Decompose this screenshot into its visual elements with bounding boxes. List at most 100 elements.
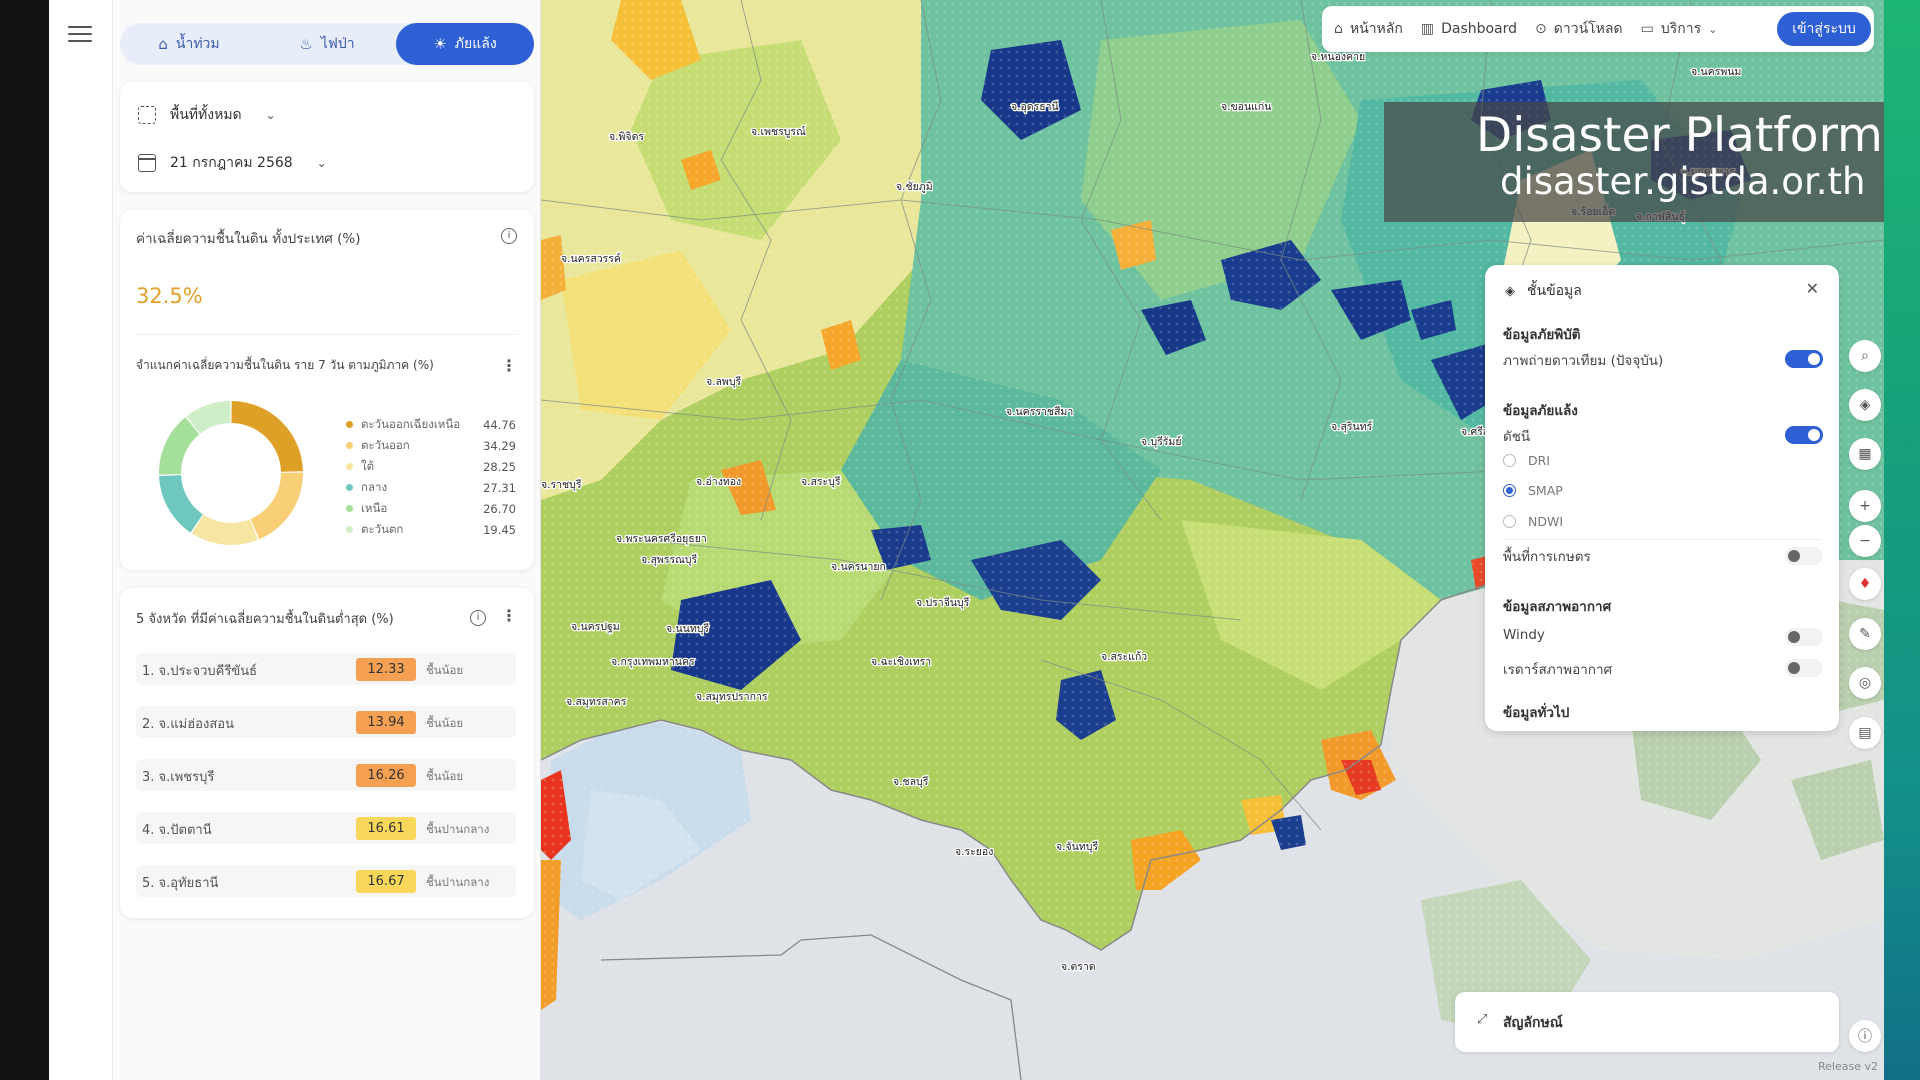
donut-slice[interactable] — [159, 417, 200, 475]
compass-icon[interactable]: ♦ — [1849, 568, 1881, 600]
watermark-title: Disaster Platform — [1476, 108, 1883, 163]
area-select[interactable]: พื้นที่ทั้งหมด ⌄ — [138, 104, 276, 126]
legend-entry: กลาง 27.31 — [346, 477, 516, 498]
avg-moisture-title: ค่าเฉลี่ยความชื้นในดิน ทั้งประเทศ (%) — [136, 231, 361, 247]
province-label: จ.นครราชสีมา — [1006, 405, 1073, 418]
layers-icon: ◈ — [1505, 283, 1515, 299]
moisture-badge: 16.26 — [356, 764, 416, 787]
table-row[interactable]: 4. จ.ปัตตานี 16.61 ชื้นปานกลาง — [136, 812, 516, 844]
donut-slice[interactable] — [159, 475, 203, 533]
more-options-icon[interactable]: ⋮ — [501, 608, 517, 624]
nav-home[interactable]: ⌂ หน้าหลัก — [1334, 18, 1403, 40]
legend-value: 28.25 — [483, 459, 516, 474]
satellite-layer-toggle[interactable] — [1785, 350, 1823, 368]
table-row[interactable]: 2. จ.แม่ฮ่องสอน 13.94 ชื้นน้อย — [136, 706, 516, 738]
province-label: จ.ชัยภูมิ — [896, 181, 933, 193]
donut-slice[interactable] — [250, 472, 303, 540]
table-row[interactable]: 1. จ.ประจวบคีรีขันธ์ 12.33 ชื้นน้อย — [136, 653, 516, 685]
tab-wildfire[interactable]: ♨ ไฟป่า — [258, 23, 396, 65]
general-section-title: ข้อมูลทั่วไป — [1503, 705, 1570, 721]
region-donut-chart — [159, 401, 303, 545]
login-button[interactable]: เข้าสู่ระบบ — [1777, 12, 1871, 46]
donut-legend: ตะวันออกเฉียงเหนือ 44.76 ตะวันออก 34.29 ใต้ 2… — [346, 414, 516, 540]
tab-drought[interactable]: ☀ ภัยแล้ง — [396, 23, 534, 65]
province-name: 4. จ.ปัตตานี — [142, 823, 212, 838]
area-scan-icon — [138, 106, 156, 124]
nav-dashboard-label: Dashboard — [1441, 21, 1518, 37]
menu-icon[interactable] — [68, 26, 92, 44]
more-options-icon[interactable]: ⋮ — [501, 358, 517, 374]
tab-flood[interactable]: ⌂ น้ำท่วม — [120, 23, 258, 65]
moisture-badge: 16.67 — [356, 870, 416, 893]
zoom-out-icon[interactable]: − — [1849, 525, 1881, 557]
dashboard-icon: ▥ — [1420, 21, 1435, 37]
info-icon[interactable]: i — [470, 610, 486, 626]
table-row[interactable]: 3. จ.เพชรบุรี 16.26 ชื้นน้อย — [136, 759, 516, 791]
donut-slice[interactable] — [191, 514, 258, 545]
radar-layer-label: เรดาร์สภาพอากาศ — [1503, 662, 1613, 678]
province-label: จ.พิจิตร — [609, 131, 644, 143]
province-name: 5. จ.อุทัยธานี — [142, 876, 219, 891]
print-icon[interactable]: ▤ — [1849, 717, 1881, 749]
layers-panel: ◈ ชั้นข้อมูล ✕ ข้อมูลภัยพิบัติ ภาพถ่ายดา… — [1485, 265, 1839, 731]
zoom-in-icon[interactable]: + — [1849, 490, 1881, 522]
measure-icon[interactable]: ✎ — [1849, 618, 1881, 650]
map-legend-bar[interactable]: ⤢ สัญลักษณ์ — [1455, 992, 1839, 1052]
info-icon[interactable]: i — [501, 228, 517, 244]
services-icon: ▭ — [1640, 21, 1654, 37]
date-select[interactable]: 21 กรกฎาคม 2568 ⌄ — [138, 152, 327, 174]
province-label: จ.ขอนแก่น — [1221, 101, 1271, 113]
layers-stack-icon[interactable]: ◈ — [1849, 389, 1881, 421]
moisture-badge: 12.33 — [356, 658, 416, 681]
legend-value: 19.45 — [483, 522, 516, 537]
donut-slice[interactable] — [231, 401, 303, 472]
divider — [1503, 539, 1821, 540]
legend-label: เหนือ — [361, 500, 388, 515]
legend-value: 27.31 — [483, 480, 516, 495]
moisture-level: ชื้นน้อย — [426, 663, 464, 677]
radar-layer-toggle[interactable] — [1785, 659, 1823, 677]
flood-icon: ⌂ — [158, 35, 168, 53]
search-icon[interactable]: ⌕ — [1849, 340, 1881, 372]
nav-download[interactable]: ⊙ ดาวน์โหลด — [1535, 18, 1623, 40]
expand-icon: ⤢ — [1477, 1012, 1488, 1027]
radio-ndwi[interactable]: NDWI — [1503, 514, 1563, 529]
release-version: Release v2 — [1818, 1060, 1878, 1073]
province-label: จ.นครปฐม — [571, 621, 620, 633]
calendar-icon — [138, 154, 156, 172]
radio-smap[interactable]: SMAP — [1503, 483, 1563, 498]
nav-home-label: หน้าหลัก — [1349, 21, 1403, 37]
index-layer-toggle[interactable] — [1785, 426, 1823, 444]
layers-title: ชั้นข้อมูล — [1527, 283, 1582, 299]
lowest-provinces-card: 5 จังหวัด ที่มีค่าเฉลี่ยความชื้นในดินต่ำ… — [120, 588, 534, 918]
windy-layer-toggle[interactable] — [1785, 628, 1823, 646]
nav-dashboard[interactable]: ▥ Dashboard — [1421, 21, 1517, 37]
province-name: 3. จ.เพชรบุรี — [142, 770, 215, 785]
province-name: 2. จ.แม่ฮ่องสอน — [142, 717, 234, 732]
nav-services-label: บริการ — [1660, 21, 1702, 37]
radio-dri[interactable]: DRI — [1503, 453, 1550, 468]
chevron-down-icon: ⌄ — [316, 156, 327, 170]
province-label: จ.ปราจีนบุรี — [916, 596, 970, 609]
radio-button — [1503, 515, 1516, 528]
watermark-url: disaster.gistda.or.th — [1500, 160, 1866, 203]
distribution-title: จำแนกค่าเฉลี่ยความชื้นในดิน ราย 7 วัน ตา… — [136, 358, 434, 372]
layers-header: ◈ ชั้นข้อมูล — [1505, 280, 1582, 302]
area-select-label: พื้นที่ทั้งหมด — [170, 107, 242, 123]
close-icon[interactable]: ✕ — [1806, 279, 1819, 298]
radio-dri-label: DRI — [1528, 453, 1550, 468]
table-row[interactable]: 5. จ.อุทัยธานี 16.67 ชื้นปานกลาง — [136, 865, 516, 897]
filter-card: พื้นที่ทั้งหมด ⌄ 21 กรกฎาคม 2568 ⌄ — [120, 82, 534, 192]
disaster-tabs: ⌂ น้ำท่วม ♨ ไฟป่า ☀ ภัยแล้ง — [120, 23, 534, 65]
province-label: จ.สมุทรปราการ — [696, 691, 768, 703]
basemap-icon[interactable]: ▦ — [1849, 438, 1881, 470]
moisture-level: ชื้นปานกลาง — [426, 822, 490, 836]
tab-flood-label: น้ำท่วม — [175, 36, 220, 52]
nav-services[interactable]: ▭ บริการ ⌄ — [1641, 18, 1718, 40]
top-nav: ⌂ หน้าหลัก ▥ Dashboard ⊙ ดาวน์โหลด ▭ บริ… — [1322, 6, 1874, 52]
legend-entry: ใต้ 28.25 — [346, 456, 516, 477]
info-icon[interactable]: ⓘ — [1849, 1020, 1881, 1052]
locate-icon[interactable]: ◎ — [1849, 667, 1881, 699]
province-label: จ.จันทบุรี — [1056, 840, 1098, 853]
agri-layer-toggle[interactable] — [1785, 547, 1823, 565]
